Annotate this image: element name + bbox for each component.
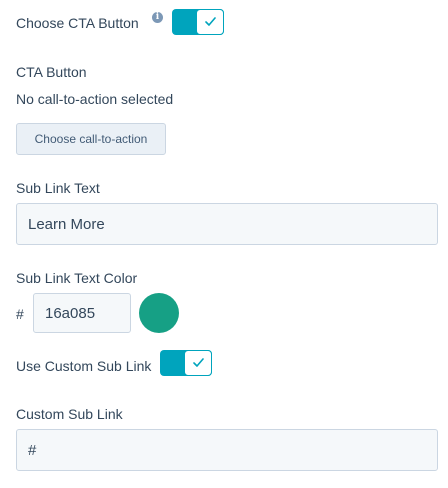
- custom-sub-link-label: Custom Sub Link: [16, 406, 123, 422]
- module-settings-panel: Choose CTA Button i CTA Button No call-t…: [0, 0, 448, 488]
- custom-sub-link-value: #: [28, 441, 37, 459]
- choose-cta-label: Choose CTA Button: [16, 15, 139, 31]
- custom-sub-link-toggle[interactable]: [160, 350, 212, 376]
- toggle-knob: [196, 9, 224, 35]
- custom-sub-link-input[interactable]: #: [16, 429, 438, 471]
- color-hex-input[interactable]: 16a085: [33, 293, 131, 333]
- color-hex-value: 16a085: [45, 304, 96, 322]
- sub-link-text-label: Sub Link Text: [16, 180, 100, 196]
- cta-button-heading: CTA Button: [16, 64, 87, 80]
- check-icon: [193, 358, 204, 367]
- hash-prefix: #: [16, 306, 24, 322]
- sub-link-color-label: Sub Link Text Color: [16, 270, 138, 286]
- custom-sub-link-toggle-label: Use Custom Sub Link: [16, 358, 152, 374]
- choose-cta-button[interactable]: Choose call-to-action: [16, 123, 166, 155]
- choose-cta-toggle[interactable]: [172, 9, 224, 35]
- check-icon: [205, 17, 216, 26]
- sub-link-text-value: Learn More: [28, 215, 105, 233]
- sub-link-text-input[interactable]: Learn More: [16, 203, 438, 245]
- color-swatch[interactable]: [139, 293, 179, 333]
- info-icon[interactable]: i: [152, 12, 163, 23]
- cta-status-text: No call-to-action selected: [16, 91, 174, 107]
- toggle-knob: [184, 350, 212, 376]
